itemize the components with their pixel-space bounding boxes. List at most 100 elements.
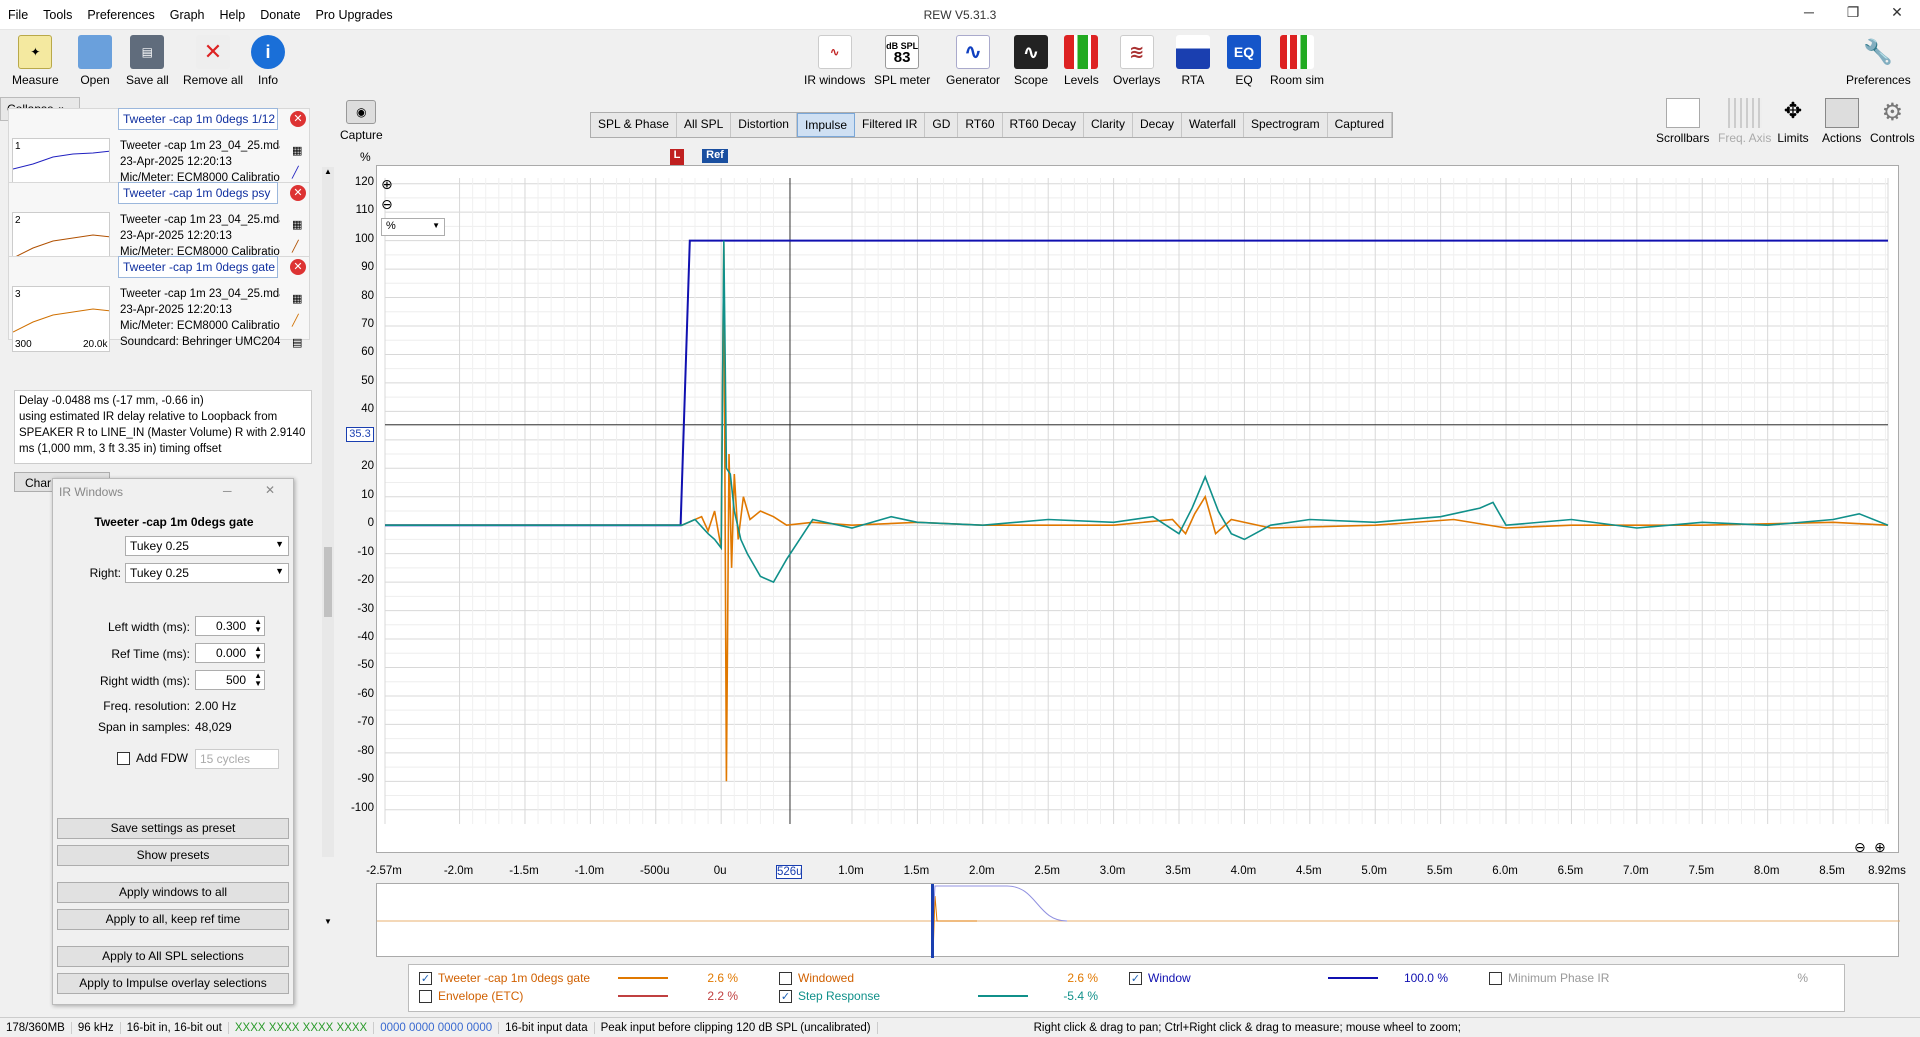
remove-measurement-icon[interactable]: ✕: [290, 185, 306, 201]
remove-all-button[interactable]: ✕ Remove all: [183, 35, 243, 87]
capture-button[interactable]: ◉ Capture: [340, 100, 383, 142]
legend-checkbox[interactable]: ✓: [419, 971, 432, 985]
overlays-button[interactable]: ≋ Overlays: [1113, 35, 1160, 87]
measurement-name[interactable]: Tweeter -cap 1m 0degs gate: [118, 256, 278, 278]
tab-spectrogram[interactable]: Spectrogram: [1244, 113, 1328, 137]
zoom-out-icon[interactable]: ⊖: [381, 196, 393, 213]
legend-item[interactable]: ✓ Tweeter -cap 1m 0degs gate 2.6 %: [419, 971, 738, 985]
tab-decay[interactable]: Decay: [1133, 113, 1183, 137]
measurement-thumbnail[interactable]: 3 300 20.0k: [12, 286, 110, 352]
apply-keep-ref-time-button[interactable]: Apply to all, keep ref time: [57, 909, 289, 930]
apply-overlay-selections-button[interactable]: Apply to Impulse overlay selections: [57, 973, 289, 994]
scroll-thumb[interactable]: [324, 547, 332, 617]
legend-item[interactable]: Minimum Phase IR%: [1489, 971, 1808, 985]
apply-spl-selections-button[interactable]: Apply to All SPL selections: [57, 946, 289, 967]
tab-distortion[interactable]: Distortion: [731, 113, 797, 137]
impulse-plot[interactable]: [377, 166, 1900, 854]
line-color-icon[interactable]: ╱: [292, 162, 306, 184]
ref-marker[interactable]: Ref: [702, 149, 728, 163]
spinner-icon[interactable]: ▲ ▼: [254, 618, 262, 634]
chart-icon[interactable]: ▦: [292, 140, 306, 162]
chart-icon[interactable]: ▦: [292, 214, 306, 236]
tab-rt60-decay[interactable]: RT60 Decay: [1003, 113, 1084, 137]
impulse-graph[interactable]: ⊕ ⊖ % ▼ ⊖ ⊕: [376, 165, 1900, 856]
overview-strip[interactable]: [376, 883, 1900, 958]
span-label: Span in samples:: [97, 720, 190, 734]
measurement-name[interactable]: Tweeter -cap 1m 0degs 1/12: [118, 108, 278, 130]
actions-button[interactable]: Actions: [1822, 98, 1861, 145]
limits-button[interactable]: ✥ Limits: [1776, 98, 1810, 145]
preferences-button[interactable]: 🔧 Preferences: [1846, 35, 1911, 88]
legend-checkbox[interactable]: [1489, 971, 1502, 985]
zoom-out-icon[interactable]: ⊖: [1854, 839, 1866, 856]
controls-button[interactable]: ⚙ Controls: [1870, 98, 1915, 145]
maximize-button[interactable]: ❐: [1831, 4, 1875, 26]
legend-item[interactable]: ✓ Window 100.0 %: [1129, 971, 1448, 985]
scrollbars-button[interactable]: Scrollbars: [1656, 98, 1709, 145]
ir-windows-button[interactable]: ∿ IR windows: [804, 35, 865, 87]
minimize-icon[interactable]: ─: [223, 484, 232, 498]
legend-item[interactable]: Envelope (ETC) 2.2 %: [419, 989, 738, 1003]
tab-impulse[interactable]: Impulse: [796, 113, 856, 137]
left-window-marker[interactable]: L: [670, 149, 684, 165]
remove-measurement-icon[interactable]: ✕: [290, 111, 306, 127]
tab-rt60[interactable]: RT60: [958, 113, 1003, 137]
spl-meter-button[interactable]: dB SPL 83 SPL meter: [874, 35, 930, 87]
notes-icon[interactable]: ▤: [292, 332, 306, 354]
measure-button[interactable]: ✦ Measure: [12, 35, 59, 87]
apply-windows-to-all-button[interactable]: Apply windows to all: [57, 882, 289, 903]
close-icon[interactable]: ✕: [265, 483, 275, 497]
left-width-input[interactable]: 0.300 ▲ ▼: [195, 616, 265, 636]
legend-item[interactable]: Windowed 2.6 %: [779, 971, 1098, 985]
legend-checkbox[interactable]: ✓: [1129, 971, 1142, 985]
unit-select[interactable]: % ▼: [381, 218, 445, 236]
tab-all-spl[interactable]: All SPL: [677, 113, 732, 137]
legend-item[interactable]: ✓ Step Response -5.4 %: [779, 989, 1098, 1003]
room-sim-button[interactable]: Room sim: [1270, 35, 1324, 87]
line-color-icon[interactable]: ╱: [292, 236, 306, 258]
status-field: 16-bit input data: [499, 1021, 595, 1034]
overlays-label: Overlays: [1113, 73, 1161, 87]
tab-spl-phase[interactable]: SPL & Phase: [591, 113, 677, 137]
save-all-button[interactable]: ▤ Save all: [126, 35, 169, 87]
ref-time-input[interactable]: 0.000 ▲ ▼: [195, 643, 265, 663]
tab-filtered-ir[interactable]: Filtered IR: [855, 113, 926, 137]
tab-clarity[interactable]: Clarity: [1084, 113, 1134, 137]
minimize-button[interactable]: ─: [1787, 4, 1831, 26]
chart-icon[interactable]: ▦: [292, 288, 306, 310]
scope-button[interactable]: ∿ Scope: [1014, 35, 1048, 87]
panel-scrollbar[interactable]: ▲ ▼: [322, 167, 334, 926]
levels-button[interactable]: Levels: [1064, 35, 1099, 87]
save-preset-button[interactable]: Save settings as preset: [57, 818, 289, 839]
tab-captured[interactable]: Captured: [1328, 113, 1393, 137]
close-button[interactable]: ✕: [1875, 4, 1919, 26]
legend-checkbox[interactable]: ✓: [779, 989, 792, 1003]
line-color-icon[interactable]: ╱: [292, 310, 306, 332]
scroll-down-icon[interactable]: ▼: [324, 917, 332, 927]
add-fdw-checkbox[interactable]: Add FDW: [117, 751, 188, 765]
legend-checkbox[interactable]: [779, 971, 792, 985]
tab-gd[interactable]: GD: [925, 113, 959, 137]
left-window-select[interactable]: Tukey 0.25 ▼: [125, 536, 289, 556]
show-presets-button[interactable]: Show presets: [57, 845, 289, 866]
legend-checkbox[interactable]: [419, 989, 432, 1003]
info-button[interactable]: i Info: [251, 35, 285, 87]
x-tick-label: 5.0m: [1361, 865, 1387, 877]
measurement-name[interactable]: Tweeter -cap 1m 0degs psy: [118, 182, 278, 204]
rta-button[interactable]: RTA: [1176, 35, 1210, 87]
right-width-input[interactable]: 500 ▲ ▼: [195, 670, 265, 690]
checkbox-box[interactable]: [117, 751, 130, 765]
overview-cursor[interactable]: [931, 884, 934, 958]
right-window-select[interactable]: Tukey 0.25 ▼: [125, 563, 289, 583]
remove-measurement-icon[interactable]: ✕: [290, 259, 306, 275]
eq-button[interactable]: EQ EQ: [1227, 35, 1261, 87]
scroll-up-icon[interactable]: ▲: [324, 167, 332, 177]
generator-button[interactable]: ∿ Generator: [946, 35, 1000, 87]
zoom-in-icon[interactable]: ⊕: [381, 176, 393, 193]
spinner-icon[interactable]: ▲ ▼: [254, 672, 262, 688]
zoom-in-icon[interactable]: ⊕: [1874, 839, 1886, 856]
spinner-icon[interactable]: ▲ ▼: [254, 645, 262, 661]
measure-icon: ✦: [18, 35, 53, 69]
tab-waterfall[interactable]: Waterfall: [1182, 113, 1244, 137]
open-button[interactable]: Open: [78, 35, 112, 87]
